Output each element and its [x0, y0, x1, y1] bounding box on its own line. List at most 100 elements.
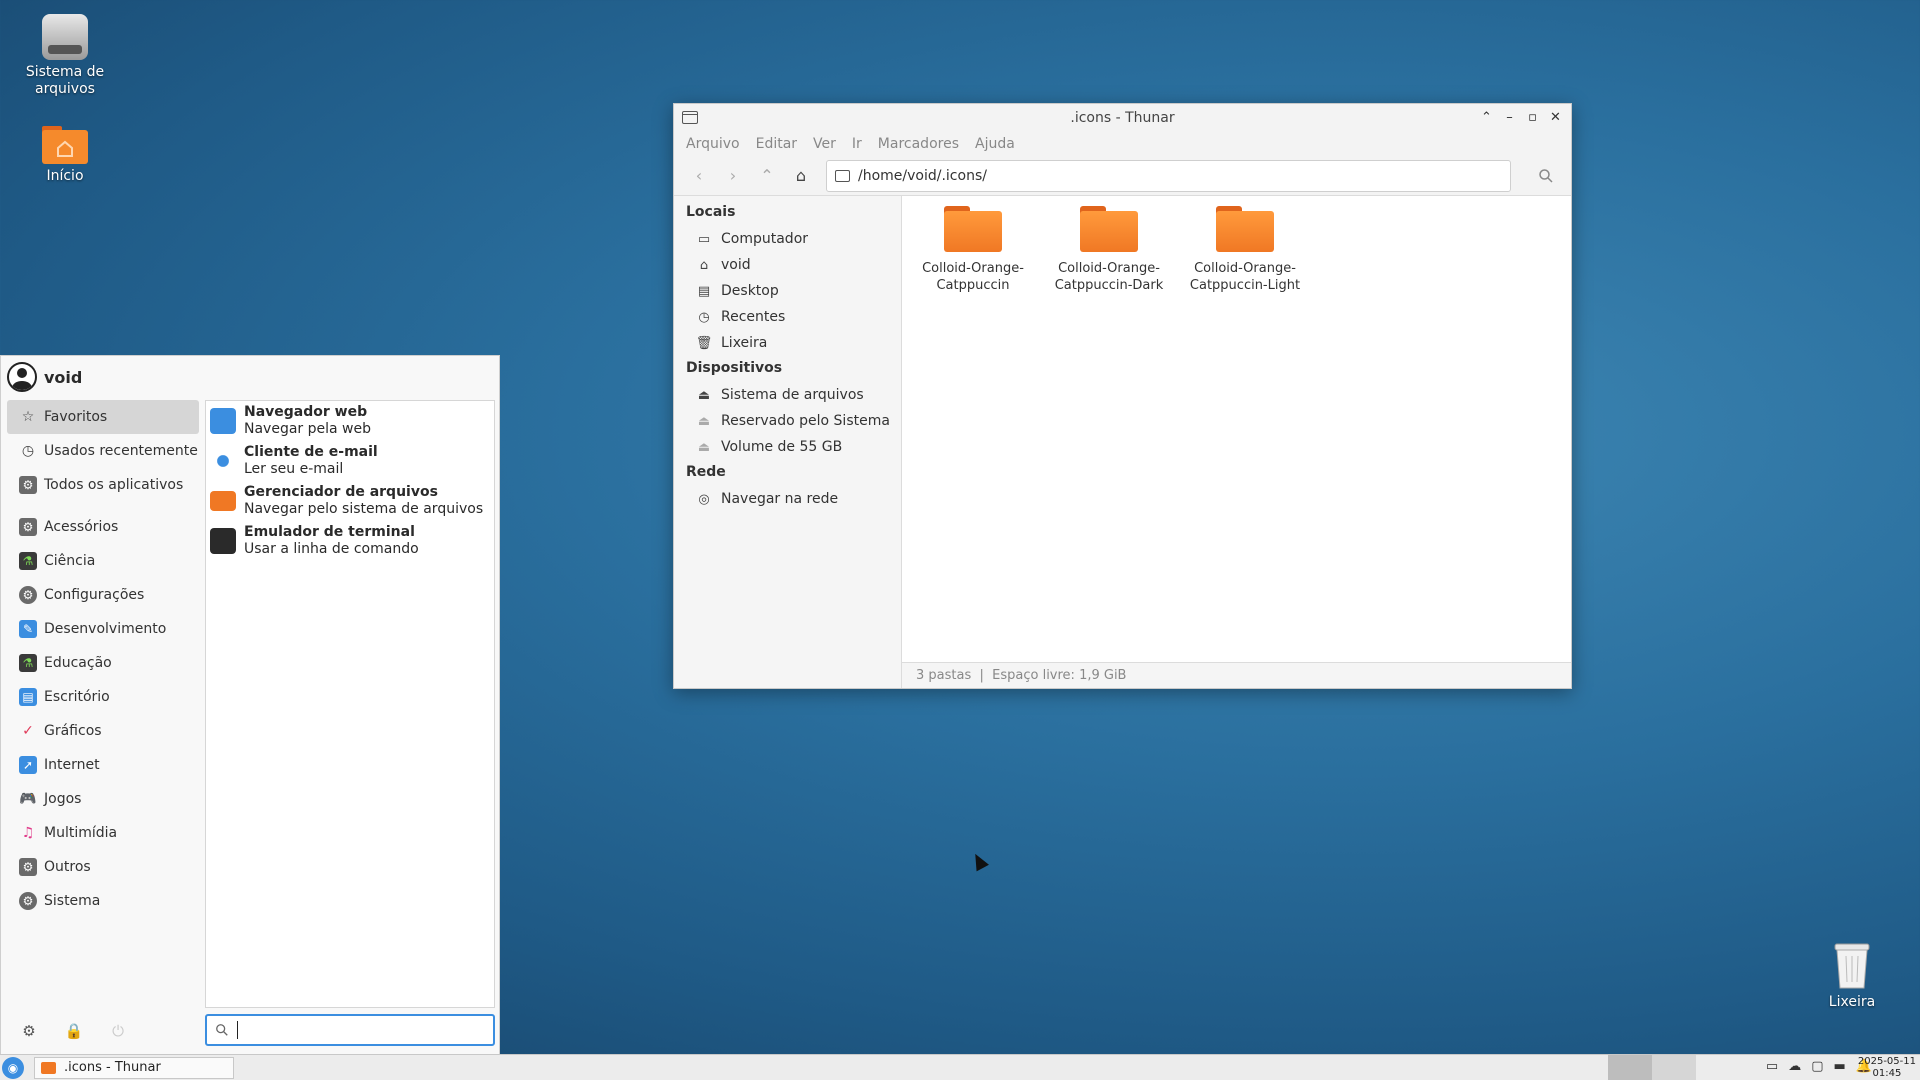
forward-button[interactable]: ›	[716, 161, 750, 191]
clipboard-icon[interactable]: ▢	[1811, 1059, 1823, 1074]
close-button[interactable]: ✕	[1546, 108, 1565, 127]
folder-item[interactable]: Colloid-Orange- Catppuccin	[908, 206, 1038, 294]
window-menu-icon[interactable]	[682, 111, 698, 124]
settings-button[interactable]: ⚙	[19, 1021, 39, 1041]
clock[interactable]: 2025-05-11 01:45	[1858, 1056, 1916, 1080]
category-label: Configurações	[44, 587, 145, 603]
sidebar-heading-rede: Rede	[686, 464, 726, 480]
folder-name-line1: Colloid-Orange-	[1058, 261, 1160, 276]
workspace-1[interactable]	[1608, 1055, 1652, 1080]
category-label: Usados recentemente	[44, 443, 198, 459]
sidebar-item-lixeira[interactable]: 🗑 Lixeira	[674, 330, 901, 356]
places-sidebar: Locais ▭ Computador ⌂ void ▤ Desktop ◷ Recen…	[674, 196, 902, 688]
sidebar-item-computador[interactable]: ▭ Computador	[674, 226, 901, 252]
system-tray: ▭ ☁ ▢ ▬ 🔔	[1766, 1059, 1872, 1074]
category-configuracoes[interactable]: ⚙ Configurações	[7, 578, 199, 612]
menu-marcadores[interactable]: Marcadores	[878, 136, 959, 152]
menu-editar[interactable]: Editar	[756, 136, 797, 152]
workspace-2[interactable]	[1652, 1055, 1696, 1080]
search-button[interactable]	[1529, 161, 1563, 191]
sidebar-item-desktop[interactable]: ▤ Desktop	[674, 278, 901, 304]
file-manager-icon	[210, 491, 236, 511]
sidebar-item-navegar-na-rede[interactable]: ◎ Navegar na rede	[674, 486, 901, 512]
category-outros[interactable]: ⚙ Outros	[7, 850, 199, 884]
sidebar-item-sistema-de-arquivos[interactable]: ⏏ Sistema de arquivos	[674, 382, 901, 408]
menu-ajuda[interactable]: Ajuda	[975, 136, 1015, 152]
desktop-icon-filesystem[interactable]: Sistema de arquivos	[10, 14, 120, 98]
sidebar-item-label: Sistema de arquivos	[721, 387, 864, 403]
category-escritorio[interactable]: ▤ Escritório	[7, 680, 199, 714]
sidebar-item-void[interactable]: ⌂ void	[674, 252, 901, 278]
menu-user: void	[1, 356, 499, 398]
sidebar-item-recentes[interactable]: ◷ Recentes	[674, 304, 901, 330]
whisker-menu-button[interactable]: ◉	[2, 1056, 24, 1079]
folder-name-line2: Catppuccin	[936, 278, 1010, 293]
multimedia-icon: ♫	[21, 825, 35, 841]
file-view[interactable]: Colloid-Orange- Catppuccin Colloid-Orang…	[902, 196, 1571, 688]
internet-icon: ➚	[19, 756, 37, 774]
folder-item[interactable]: Colloid-Orange- Catppuccin-Light	[1180, 206, 1310, 294]
minimize-button[interactable]: –	[1500, 108, 1519, 127]
category-favoritos[interactable]: ☆ Favoritos	[7, 400, 199, 434]
menu-arquivo[interactable]: Arquivo	[686, 136, 740, 152]
drive-icon: ⏏	[697, 439, 711, 455]
location-path: /home/void/.icons/	[858, 167, 987, 184]
category-usados-recentemente[interactable]: ◷ Usados recentemente	[7, 434, 199, 468]
window-title: .icons - Thunar	[1070, 110, 1175, 126]
hard-drive-icon	[42, 14, 88, 60]
window-titlebar[interactable]: .icons - Thunar ⌃ – ▫ ✕	[674, 104, 1571, 132]
menu-ir[interactable]: Ir	[852, 136, 862, 152]
other-icon: ⚙	[19, 858, 37, 876]
app-gerenciador-de-arquivos[interactable]: Gerenciador de arquivos Navegar pelo sist…	[206, 481, 494, 521]
sidebar-item-reservado[interactable]: ⏏ Reservado pelo Sistema	[674, 408, 901, 434]
folder-icon	[835, 169, 850, 182]
menu-ver[interactable]: Ver	[813, 136, 836, 152]
app-emulador-de-terminal[interactable]: Emulador de terminal Usar a linha de coma…	[206, 521, 494, 561]
category-label: Desenvolvimento	[44, 621, 167, 637]
category-ciencia[interactable]: ⚗ Ciência	[7, 544, 199, 578]
menu-search-box[interactable]	[205, 1014, 495, 1046]
trash-icon	[1833, 940, 1871, 990]
drive-icon: ⏏	[697, 413, 711, 429]
maximize-button[interactable]: ▫	[1523, 108, 1542, 127]
shade-button[interactable]: ⌃	[1477, 108, 1496, 127]
app-description: Usar a linha de comando	[244, 541, 419, 557]
category-jogos[interactable]: 🎮 Jogos	[7, 782, 199, 816]
back-button[interactable]: ‹	[682, 161, 716, 191]
avatar	[7, 362, 37, 392]
category-multimidia[interactable]: ♫ Multimídia	[7, 816, 199, 850]
home-button[interactable]: ⌂	[784, 161, 818, 191]
thunar-window: .icons - Thunar ⌃ – ▫ ✕ Arquivo Editar V…	[673, 103, 1572, 689]
desktop-icon-home[interactable]: Início	[10, 122, 120, 185]
category-graficos[interactable]: ✓ Gráficos	[7, 714, 199, 748]
clock-icon: ◷	[698, 309, 710, 325]
desktop-icon-trash[interactable]: Lixeira	[1797, 940, 1907, 1011]
category-educacao[interactable]: ⚗ Educação	[7, 646, 199, 680]
task-label: .icons - Thunar	[64, 1060, 161, 1075]
clock-date: 2025-05-11	[1857, 1056, 1916, 1067]
category-sistema[interactable]: ⚙ Sistema	[7, 884, 199, 918]
app-navegador-web[interactable]: Navegador web Navegar pela web	[206, 401, 494, 441]
task-button-thunar[interactable]: .icons - Thunar	[34, 1056, 234, 1079]
home-icon: ⌂	[699, 257, 709, 273]
app-cliente-de-email[interactable]: Cliente de e-mail Ler seu e-mail	[206, 441, 494, 481]
category-label: Sistema	[44, 893, 101, 909]
drive-icon: ⏏	[697, 387, 711, 403]
up-button[interactable]: ⌃	[750, 161, 784, 191]
category-desenvolvimento[interactable]: ✎ Desenvolvimento	[7, 612, 199, 646]
system-icon: ⚙	[19, 892, 37, 910]
display-icon[interactable]: ▭	[1766, 1059, 1778, 1074]
battery-icon[interactable]: ▬	[1834, 1059, 1846, 1074]
category-internet[interactable]: ➚ Internet	[7, 748, 199, 782]
sidebar-item-volume[interactable]: ⏏ Volume de 55 GB	[674, 434, 901, 460]
lock-button[interactable]: 🔒	[64, 1021, 84, 1041]
location-bar[interactable]: /home/void/.icons/	[826, 159, 1511, 192]
category-acessorios[interactable]: ⚙ Acessórios	[7, 510, 199, 544]
logout-button[interactable]: ⏻	[108, 1021, 128, 1041]
category-todos-os-aplicativos[interactable]: ⚙ Todos os aplicativos	[7, 468, 199, 502]
folder-icon	[1216, 206, 1274, 252]
network-icon[interactable]: ☁	[1788, 1059, 1801, 1074]
development-icon: ✎	[19, 620, 37, 638]
desktop-icon-label: Lixeira	[1828, 994, 1876, 1010]
folder-item[interactable]: Colloid-Orange- Catppuccin-Dark	[1044, 206, 1174, 294]
